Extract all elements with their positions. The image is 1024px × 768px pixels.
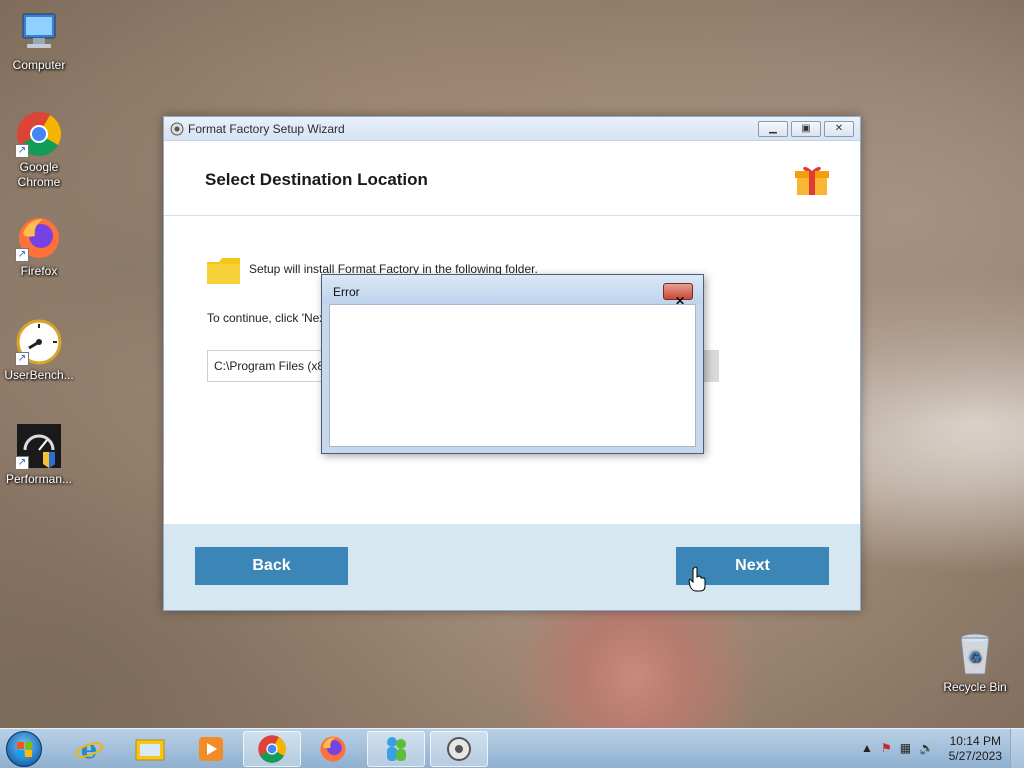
internet-explorer-icon: e (74, 735, 104, 764)
shortcut-arrow-icon: ↗ (15, 248, 29, 262)
shortcut-arrow-icon: ↗ (15, 352, 29, 366)
minimize-icon: ▁ (769, 123, 777, 134)
shortcut-arrow-icon: ↗ (15, 144, 29, 158)
error-close-button[interactable]: ✕ (663, 283, 693, 308)
taskbar: e ▲ ⚑ ▦ 🔊 10:14 PM 5/27/2023 (0, 728, 1024, 768)
desktop-icon-label: Performan... (5, 472, 73, 486)
taskbar-chrome[interactable] (243, 731, 301, 767)
window-title: Format Factory Setup Wizard (188, 122, 345, 136)
performance-icon: ↗ (15, 422, 63, 470)
system-tray: ▲ ⚑ ▦ 🔊 (861, 741, 934, 755)
svg-text:e: e (81, 735, 98, 764)
mouse-cursor-hand-icon (688, 566, 706, 592)
messenger-icon (387, 737, 406, 761)
close-icon: ✕ (834, 123, 844, 134)
clock-time: 10:14 PM (949, 734, 1001, 748)
desktop-icon-computer[interactable]: Computer (1, 8, 77, 73)
minimize-button[interactable]: ▁ (758, 121, 788, 137)
desktop-icon-firefox[interactable]: ↗ Firefox (1, 214, 77, 279)
userbenchmark-icon: ↗ (15, 318, 63, 366)
error-dialog-body (329, 304, 696, 447)
action-center-flag-icon[interactable]: ⚑ (881, 741, 892, 755)
back-button[interactable]: Back (195, 547, 348, 585)
taskbar-messenger[interactable] (367, 731, 425, 767)
clock-date: 5/27/2023 (948, 749, 1002, 763)
desktop-icon-userbenchmark[interactable]: ↗ UserBench... (1, 318, 77, 383)
chrome-icon: ↗ (15, 110, 63, 158)
taskbar-firefox[interactable] (304, 731, 362, 767)
desktop-icon-recycle-bin[interactable]: ♻ Recycle Bin (937, 630, 1013, 695)
taskbar-internet-explorer[interactable]: e (60, 731, 118, 767)
computer-icon (15, 8, 63, 56)
format-factory-icon (170, 122, 184, 136)
folder-icon (135, 739, 165, 761)
taskbar-media-player[interactable] (182, 731, 240, 767)
firefox-icon (320, 736, 346, 762)
shortcut-arrow-icon: ↗ (15, 456, 29, 470)
desktop-icon-label: Computer (12, 58, 66, 72)
desktop-icon-label: Recycle Bin (943, 680, 1007, 694)
error-dialog: Error ✕ (321, 274, 704, 454)
gift-icon (795, 166, 829, 195)
volume-icon[interactable]: 🔊 (919, 741, 934, 755)
error-dialog-title: Error (333, 285, 360, 299)
taskbar-clock[interactable]: 10:14 PM 5/27/2023 (949, 734, 1002, 764)
page-title: Select Destination Location (205, 170, 428, 189)
start-button[interactable] (6, 731, 42, 767)
setup-window-titlebar[interactable]: Format Factory Setup Wizard ▁ ▣ ✕ (164, 117, 860, 141)
desktop-icon-label: Google Chrome (17, 160, 61, 189)
windows-logo-icon (17, 742, 32, 757)
desktop-icon-performance[interactable]: ↗ Performan... (1, 422, 77, 487)
firefox-icon: ↗ (15, 214, 63, 262)
error-dialog-titlebar[interactable]: Error ✕ (322, 275, 703, 308)
format-factory-icon (447, 737, 471, 761)
desktop-icon-chrome[interactable]: ↗ Google Chrome (1, 110, 77, 190)
chrome-icon (258, 735, 286, 763)
desktop-icon-label: UserBench... (4, 368, 74, 382)
folder-icon (207, 258, 240, 284)
media-player-icon (199, 737, 223, 761)
svg-text:♻: ♻ (969, 650, 982, 666)
taskbar-file-explorer[interactable] (121, 731, 179, 767)
show-hidden-icons-icon[interactable]: ▲ (861, 741, 873, 755)
wizard-footer: Back Next (164, 524, 860, 610)
wizard-header: Select Destination Location (164, 141, 860, 216)
desktop-icon-label: Firefox (20, 264, 58, 278)
maximize-icon: ▣ (801, 123, 811, 134)
taskbar-format-factory[interactable] (430, 731, 488, 767)
show-desktop-button[interactable] (1010, 729, 1024, 768)
close-button[interactable]: ✕ (824, 121, 854, 137)
network-icon[interactable]: ▦ (900, 741, 911, 755)
recycle-bin-icon: ♻ (951, 630, 999, 678)
maximize-button[interactable]: ▣ (791, 121, 821, 137)
